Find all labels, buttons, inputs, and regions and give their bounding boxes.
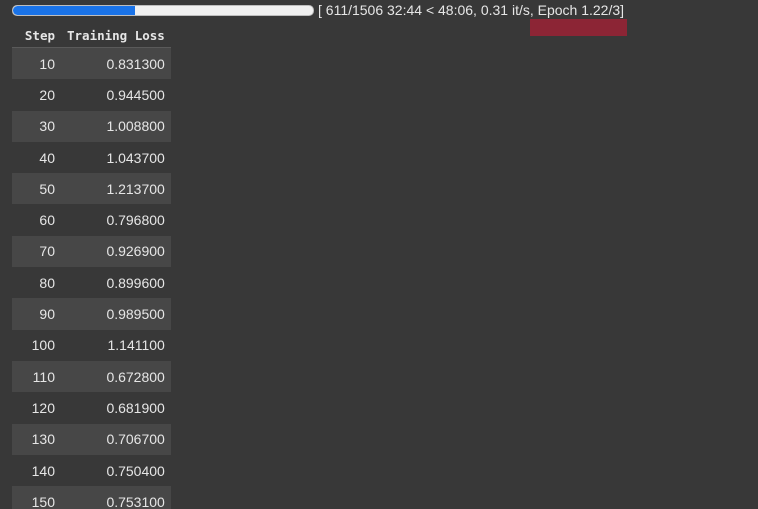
step-cell: 90 <box>12 298 61 330</box>
table-body: 10 0.831300 20 0.944500 30 1.008800 40 1.043700… <box>12 47 171 509</box>
table-row: 20 0.944500 <box>12 79 171 110</box>
table-row: 10 0.831300 <box>12 47 171 80</box>
training-loss-cell: 0.672800 <box>61 360 171 393</box>
progress-status-text: [ 611/1506 32:44 < 48:06, 0.31 it/s, Epo… <box>318 2 625 18</box>
table-row: 130 0.706700 <box>12 423 171 455</box>
progress-bar <box>12 4 314 16</box>
table-row: 150 0.753100 <box>12 486 171 509</box>
training-loss-cell: 1.213700 <box>61 173 171 205</box>
training-loss-cell: 0.926900 <box>61 235 171 268</box>
table-row: 80 0.899600 <box>12 267 171 298</box>
table-row: 40 1.043700 <box>12 142 171 173</box>
training-loss-cell: 0.899600 <box>106 274 165 291</box>
training-loss-cell: 0.944500 <box>106 86 165 103</box>
training-loss-cell: 1.008800 <box>61 110 171 142</box>
training-loss-cell: 0.750400 <box>106 462 165 479</box>
table-row: 90 0.989500 <box>12 298 171 330</box>
training-loss-cell: 0.831300 <box>61 47 171 80</box>
step-cell: 40 <box>39 149 55 166</box>
training-loss-cell: 0.753100 <box>61 486 171 509</box>
table-row: 110 0.672800 <box>12 360 171 393</box>
table-row: 60 0.796800 <box>12 204 171 235</box>
step-cell: 30 <box>12 110 61 142</box>
step-cell: 130 <box>12 423 61 455</box>
step-cell: 80 <box>39 274 55 291</box>
step-cell: 100 <box>31 337 55 354</box>
step-cell: 50 <box>12 173 61 205</box>
training-loss-cell: 0.681900 <box>106 399 165 416</box>
training-loss-cell: 0.989500 <box>61 298 171 330</box>
highlight-mark <box>530 19 627 36</box>
training-loss-cell: 0.796800 <box>106 212 165 229</box>
training-loss-table: Step Training Loss 10 0.831300 20 0.944500 3… <box>12 24 171 509</box>
progress-row: [ 611/1506 32:44 < 48:06, 0.31 it/s, Epo… <box>12 1 624 19</box>
column-header-step: Step <box>12 24 61 48</box>
step-cell: 120 <box>31 399 55 416</box>
table-row: 100 1.141100 <box>12 330 171 361</box>
table-row: 70 0.926900 <box>12 235 171 268</box>
step-cell: 10 <box>12 47 61 80</box>
step-cell: 20 <box>39 86 55 103</box>
step-cell: 70 <box>12 235 61 268</box>
step-cell: 150 <box>12 486 61 509</box>
column-header-training-loss: Training Loss <box>61 24 171 48</box>
training-loss-cell: 0.706700 <box>61 423 171 455</box>
training-loss-cell: 1.043700 <box>106 149 165 166</box>
table-header-row: Step Training Loss <box>12 24 171 48</box>
table-row: 30 1.008800 <box>12 110 171 142</box>
table-row: 140 0.750400 <box>12 455 171 486</box>
table-row: 50 1.213700 <box>12 173 171 205</box>
step-cell: 140 <box>31 462 55 479</box>
step-cell: 60 <box>39 212 55 229</box>
training-loss-cell: 1.141100 <box>107 337 165 354</box>
progress-bar-fill <box>13 5 135 15</box>
table-row: 120 0.681900 <box>12 392 171 423</box>
training-output: [ 611/1506 32:44 < 48:06, 0.31 it/s, Epo… <box>0 0 758 509</box>
step-cell: 110 <box>12 360 61 393</box>
